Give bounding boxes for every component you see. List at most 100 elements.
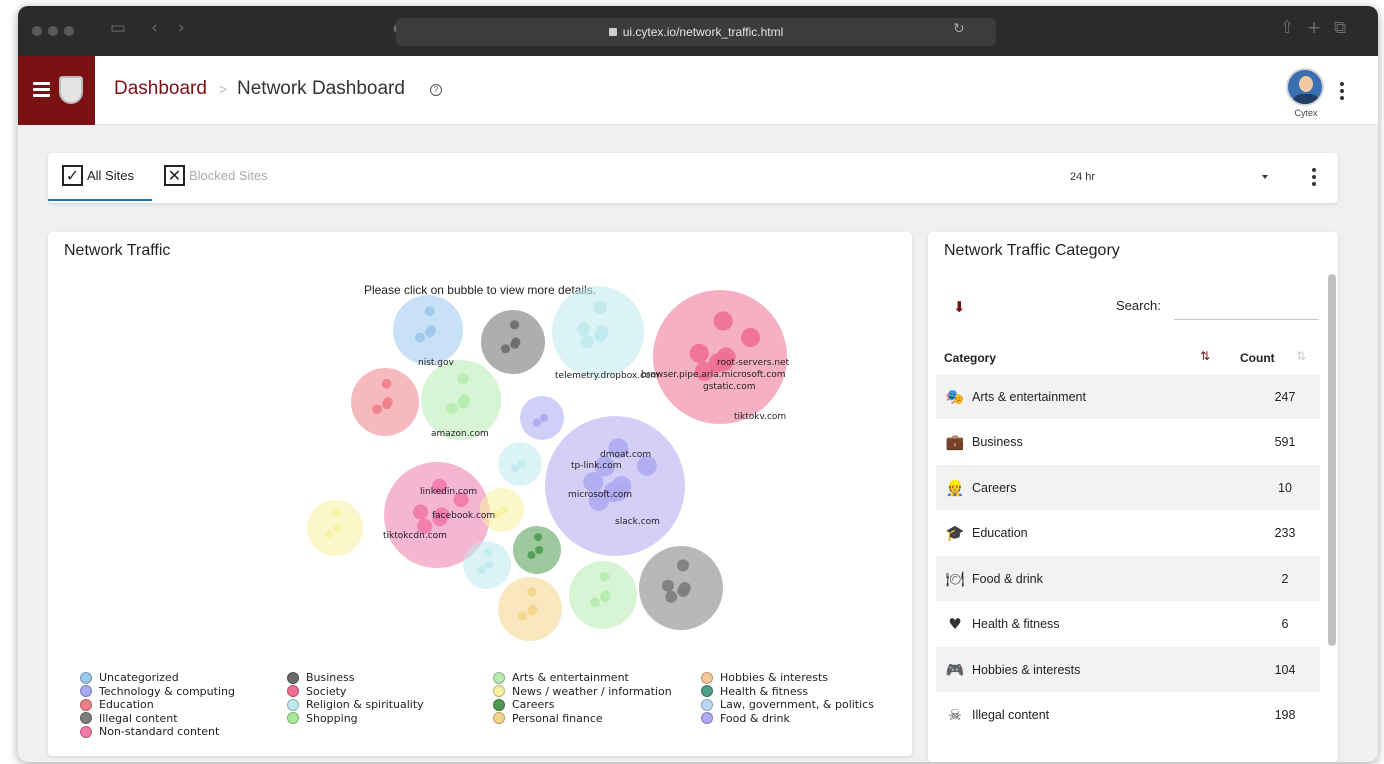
legend-item[interactable]: Society xyxy=(287,685,346,698)
reload-icon[interactable]: ↻ xyxy=(953,21,965,37)
search-input[interactable] xyxy=(1174,294,1319,320)
domain-label[interactable]: browser.pipe.aria.microsoft.com xyxy=(641,370,786,380)
domain-bubble[interactable] xyxy=(485,561,494,569)
legend-item[interactable]: Arts & entertainment xyxy=(493,671,629,684)
domain-bubble[interactable] xyxy=(713,311,733,331)
domain-bubble[interactable] xyxy=(412,504,429,520)
domain-bubble[interactable] xyxy=(372,404,382,415)
breadcrumb-dashboard-link[interactable]: Dashboard xyxy=(114,78,207,100)
domain-bubble[interactable] xyxy=(517,460,526,468)
domain-bubble[interactable] xyxy=(333,524,342,532)
domain-bubble[interactable] xyxy=(382,399,392,410)
domain-bubble[interactable] xyxy=(534,533,543,542)
domain-bubble[interactable] xyxy=(527,606,537,616)
domain-bubble[interactable] xyxy=(677,585,690,598)
domain-bubble[interactable] xyxy=(600,592,610,603)
domain-bubble[interactable] xyxy=(381,378,392,389)
sort-descending-icon[interactable]: ⇅ xyxy=(1200,349,1210,363)
address-bar[interactable]: ui.cytex.io/network_traffic.html xyxy=(396,18,996,46)
legend-item[interactable]: Uncategorized xyxy=(80,671,179,684)
domain-bubble[interactable] xyxy=(457,372,469,385)
tab-blocked-sites[interactable]: ✕ Blocked Sites xyxy=(164,165,268,186)
table-row[interactable]: ♥ Health & fitness 6 xyxy=(936,602,1320,647)
legend-item[interactable]: Health & fitness xyxy=(701,685,808,698)
domain-label[interactable]: slack.com xyxy=(615,517,660,527)
domain-bubble[interactable] xyxy=(510,339,520,349)
close-window-button[interactable] xyxy=(32,26,42,36)
domain-bubble[interactable] xyxy=(499,506,508,514)
domain-bubble[interactable] xyxy=(661,579,674,592)
domain-label[interactable]: amazon.com xyxy=(431,429,489,439)
domain-label[interactable]: tiktokv.com xyxy=(734,412,786,422)
tab-all-sites[interactable]: ✓ All Sites xyxy=(62,165,134,186)
domain-bubble[interactable] xyxy=(424,306,435,317)
new-tab-icon[interactable]: + xyxy=(1307,18,1321,38)
table-row[interactable]: ☠ Illegal content 198 xyxy=(936,693,1320,738)
legend-item[interactable]: Hobbies & interests xyxy=(701,671,828,684)
legend-item[interactable]: Personal finance xyxy=(493,712,603,725)
domain-bubble[interactable] xyxy=(740,328,761,348)
legend-item[interactable]: News / weather / information xyxy=(493,685,672,698)
table-row[interactable]: 👷 Careers 10 xyxy=(936,465,1320,510)
domain-bubble[interactable] xyxy=(484,548,493,557)
forward-icon[interactable]: › xyxy=(178,18,185,38)
domain-bubble[interactable] xyxy=(676,559,689,572)
download-icon[interactable]: ⬇ xyxy=(953,298,966,316)
domain-bubble[interactable] xyxy=(577,322,591,337)
domain-bubble[interactable] xyxy=(535,546,544,554)
hamburger-menu-icon[interactable] xyxy=(33,82,50,100)
table-row[interactable]: 🎮 Hobbies & interests 104 xyxy=(936,647,1320,692)
category-scrollbar[interactable] xyxy=(1328,274,1336,646)
help-icon[interactable]: ? xyxy=(430,84,442,96)
domain-bubble[interactable] xyxy=(500,344,511,354)
zoom-window-button[interactable] xyxy=(64,26,74,36)
filter-more-icon[interactable] xyxy=(1312,168,1316,189)
domain-bubble[interactable] xyxy=(539,414,548,422)
domain-label[interactable]: root-servers.net xyxy=(717,358,790,368)
back-icon[interactable]: ‹ xyxy=(151,18,158,38)
domain-label[interactable]: linkedin.com xyxy=(420,487,477,497)
domain-bubble[interactable] xyxy=(526,587,537,597)
domain-bubble[interactable] xyxy=(590,597,600,608)
sidebar-toggle-icon[interactable]: ▭ xyxy=(110,18,126,38)
minimize-window-button[interactable] xyxy=(48,26,58,36)
domain-bubble[interactable] xyxy=(445,402,458,415)
domain-label[interactable]: facebook.com xyxy=(432,511,495,521)
domain-bubble[interactable] xyxy=(324,529,333,538)
domain-bubble[interactable] xyxy=(689,343,709,363)
domain-bubble[interactable] xyxy=(510,464,519,473)
legend-item[interactable]: Careers xyxy=(493,698,555,711)
header-more-icon[interactable] xyxy=(1340,82,1344,103)
bubble-chart[interactable]: nist.govtelemetry.dropbox.combrowser.pip… xyxy=(48,232,912,652)
domain-bubble[interactable] xyxy=(527,551,536,560)
domain-label[interactable]: dmoat.com xyxy=(600,450,651,460)
legend-item[interactable]: Technology & computing xyxy=(80,685,235,698)
domain-bubble[interactable] xyxy=(509,320,520,330)
legend-item[interactable]: Business xyxy=(287,671,355,684)
sort-neutral-icon[interactable]: ⇅ xyxy=(1296,349,1306,363)
domain-bubble[interactable] xyxy=(665,590,678,603)
legend-item[interactable]: Food & drink xyxy=(701,712,790,725)
table-row[interactable]: 🍽 Food & drink 2 xyxy=(936,556,1320,601)
column-header-category[interactable]: Category xyxy=(944,351,996,365)
share-icon[interactable]: ⇧ xyxy=(1280,18,1294,38)
domain-bubble[interactable] xyxy=(593,328,608,342)
domain-label[interactable]: nist.gov xyxy=(418,358,455,368)
column-header-count[interactable]: Count xyxy=(1240,351,1275,365)
domain-bubble[interactable] xyxy=(580,335,594,349)
domain-bubble[interactable] xyxy=(457,397,469,409)
avatar[interactable] xyxy=(1286,68,1324,106)
legend-item[interactable]: Illegal content xyxy=(80,712,178,725)
domain-bubble[interactable] xyxy=(477,566,486,575)
domain-label[interactable]: tiktokcdn.com xyxy=(383,531,447,541)
domain-bubble[interactable] xyxy=(599,571,610,582)
time-range-select[interactable]: 24 hr xyxy=(1070,171,1095,183)
legend-item[interactable]: Non-standard content xyxy=(80,725,219,738)
domain-bubble[interactable] xyxy=(532,418,541,427)
domain-bubble[interactable] xyxy=(593,300,607,314)
tab-overview-icon[interactable]: ⧉ xyxy=(1334,18,1346,38)
legend-item[interactable]: Shopping xyxy=(287,712,358,725)
table-row[interactable]: 💼 Business 591 xyxy=(936,420,1320,465)
legend-item[interactable]: Law, government, & politics xyxy=(701,698,874,711)
legend-item[interactable]: Education xyxy=(80,698,154,711)
